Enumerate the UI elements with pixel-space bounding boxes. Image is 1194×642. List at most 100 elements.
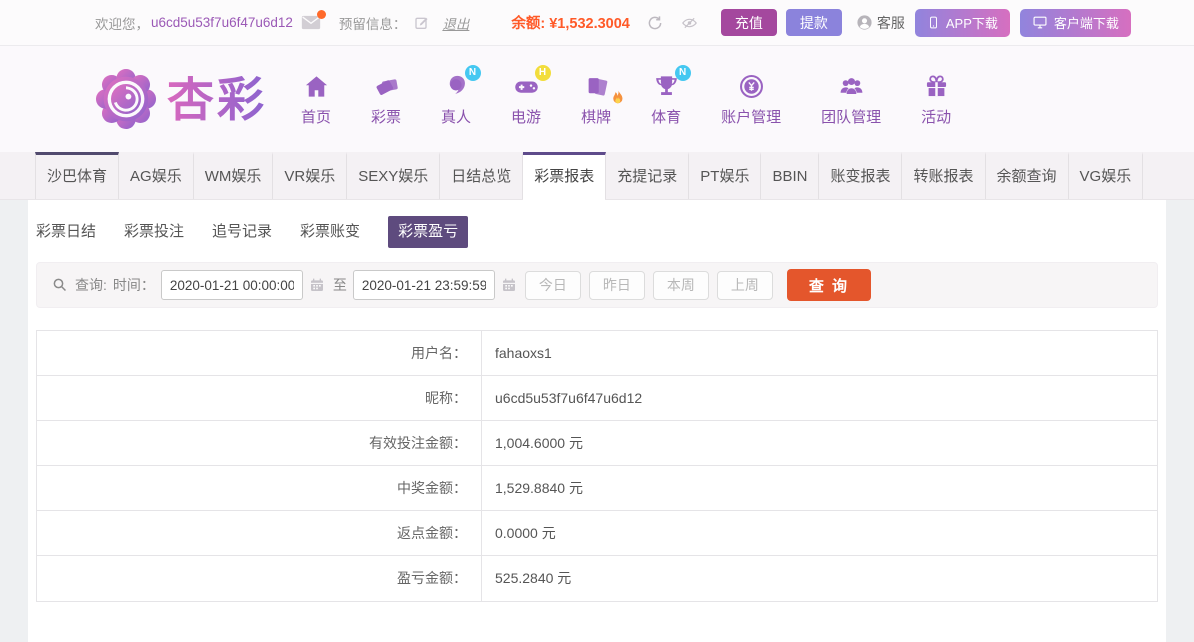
row-label: 返点金额：: [37, 511, 482, 555]
recharge-button[interactable]: 充值: [720, 9, 777, 36]
service-avatar-icon: [856, 14, 873, 31]
row-value: 1,004.6000 元: [495, 435, 583, 451]
nav-item[interactable]: N 体育: [631, 64, 701, 127]
brand-logo[interactable]: 杏彩: [95, 68, 267, 130]
tab[interactable]: 余额查询: [986, 152, 1069, 199]
tab[interactable]: PT娱乐: [689, 152, 762, 199]
welcome-text: 欢迎您，: [95, 16, 149, 32]
table-row: 用户名： fahaoxs1: [37, 331, 1157, 376]
balance-value: ¥1,532.3004: [549, 16, 630, 32]
nav-label: 账户管理: [721, 108, 782, 126]
table-row: 有效投注金额： 1,004.6000 元: [37, 421, 1157, 466]
tab[interactable]: 转账报表: [902, 152, 986, 199]
table-row: 盈亏金额： 525.2840 元: [37, 556, 1157, 601]
customer-service-link[interactable]: 客服: [856, 13, 905, 33]
balance: 余额: ¥1,532.3004: [511, 12, 629, 33]
row-label: 中奖金额：: [37, 466, 482, 510]
client-download-button[interactable]: 客户端下载: [1019, 8, 1131, 37]
subtab[interactable]: 彩票投注: [124, 216, 184, 248]
report-tabs: 沙巴体育 AG娱乐 WM娱乐 VR娱乐 SEXY娱乐 日结总览 彩票报表 充提记录 PT娱乐 BB…: [35, 152, 1159, 200]
main-content: 彩票日结彩票投注追号记录彩票账变彩票盈亏 查询: 时间： 至 今日昨日本周上周 …: [28, 200, 1166, 642]
phone-icon: [927, 14, 940, 31]
home-icon: [303, 73, 330, 100]
topbar: 欢迎您， u6cd5u53f7u6f47u6d12 预留信息： 退出 余额: ¥1,…: [0, 0, 1194, 46]
row-label: 用户名：: [37, 331, 482, 375]
quick-range-button[interactable]: 本周: [652, 270, 709, 300]
table-row: 返点金额： 0.0000 元: [37, 511, 1157, 556]
cards-icon: [583, 73, 610, 100]
nav-label: 真人: [441, 108, 472, 126]
table-row: 昵称： u6cd5u53f7u6f47u6d12: [37, 376, 1157, 421]
tab[interactable]: 彩票报表: [523, 152, 607, 200]
nav-item[interactable]: 彩票: [351, 72, 421, 127]
nav-label: 体育: [651, 108, 682, 126]
brand-name: 杏彩: [167, 72, 267, 126]
subtab[interactable]: 彩票账变: [300, 216, 360, 248]
monitor-icon: [1032, 15, 1048, 30]
nav-label: 彩票: [371, 108, 402, 126]
quick-ranges: 今日 昨日 本周 上周: [524, 270, 781, 300]
new-badge: N: [674, 64, 691, 81]
nav-label: 电游: [511, 108, 542, 126]
report-tabstrip: 沙巴体育 AG娱乐 WM娱乐 VR娱乐 SEXY娱乐 日结总览 彩票报表 充提记录 PT娱乐 BB…: [0, 152, 1194, 200]
hide-balance-icon[interactable]: [680, 15, 699, 31]
row-label: 有效投注金额：: [37, 421, 482, 465]
tab[interactable]: 沙巴体育: [35, 152, 120, 199]
tab[interactable]: BBIN: [761, 152, 820, 199]
nav-item[interactable]: N 真人: [421, 64, 491, 127]
subtab[interactable]: 彩票盈亏: [388, 216, 469, 248]
edit-icon[interactable]: [414, 15, 430, 31]
row-value: 525.2840 元: [495, 570, 572, 586]
calendar-icon[interactable]: [501, 277, 517, 293]
refresh-balance-icon[interactable]: [646, 14, 664, 32]
nav-item[interactable]: H 电游: [491, 64, 561, 127]
reserved-info-label: 预留信息：: [338, 16, 407, 32]
quick-range-button[interactable]: 上周: [716, 270, 773, 300]
search-button[interactable]: 查 询: [786, 269, 872, 301]
nav-item[interactable]: 棋牌: [561, 72, 631, 127]
time-label: 时间：: [112, 277, 155, 293]
tab[interactable]: VR娱乐: [273, 152, 348, 199]
tab[interactable]: VG娱乐: [1069, 152, 1144, 199]
main-nav: 首页 彩票 N 真人 H 电游 棋牌 N 体育 账户管理 团队管理 活动: [281, 64, 971, 127]
row-label: 昵称：: [37, 376, 482, 420]
username: u6cd5u53f7u6f47u6d12: [151, 15, 293, 30]
end-time-input[interactable]: [352, 270, 495, 300]
nav-item[interactable]: 活动: [901, 72, 971, 127]
start-time-input[interactable]: [160, 270, 303, 300]
table-row: 中奖金额： 1,529.8840 元: [37, 466, 1157, 511]
app-download-button[interactable]: APP下载: [914, 8, 1010, 37]
tab[interactable]: 日结总览: [440, 152, 524, 199]
query-bar: 查询: 时间： 至 今日昨日本周上周 查 询: [36, 262, 1158, 308]
subtab[interactable]: 彩票日结: [36, 216, 96, 248]
tab[interactable]: 充提记录: [606, 152, 690, 199]
nav-item[interactable]: 团队管理: [801, 72, 901, 127]
fire-icon: [609, 89, 628, 108]
row-label: 盈亏金额：: [37, 556, 482, 601]
row-value: 1,529.8840 元: [495, 480, 583, 496]
hot-badge: H: [534, 64, 551, 81]
account-coin-icon: [738, 73, 765, 100]
tab[interactable]: 账变报表: [819, 152, 903, 199]
withdraw-button[interactable]: 提款: [785, 9, 842, 36]
logout-link[interactable]: 退出: [442, 13, 469, 33]
calendar-icon[interactable]: [309, 277, 325, 293]
tab[interactable]: AG娱乐: [119, 152, 194, 199]
to-label: 至: [332, 277, 347, 293]
nav-label: 首页: [301, 108, 332, 126]
row-value: u6cd5u53f7u6f47u6d12: [495, 390, 643, 406]
logo-flower-icon: [95, 68, 157, 130]
nav-item[interactable]: 账户管理: [701, 72, 801, 127]
nav-label: 活动: [921, 108, 952, 126]
quick-range-button[interactable]: 今日: [524, 270, 581, 300]
ticket-icon: [373, 73, 400, 100]
quick-range-button[interactable]: 昨日: [588, 270, 645, 300]
nav-label: 棋牌: [581, 108, 612, 126]
tab[interactable]: WM娱乐: [194, 152, 274, 199]
tab[interactable]: SEXY娱乐: [347, 152, 441, 199]
service-label: 客服: [876, 14, 905, 31]
nav-item[interactable]: 首页: [281, 72, 351, 127]
mail-icon[interactable]: [301, 10, 326, 31]
site-header: 杏彩 首页 彩票 N 真人 H 电游 棋牌 N 体育 账户管理 团队管理 活动: [0, 46, 1194, 152]
subtab[interactable]: 追号记录: [212, 216, 272, 248]
